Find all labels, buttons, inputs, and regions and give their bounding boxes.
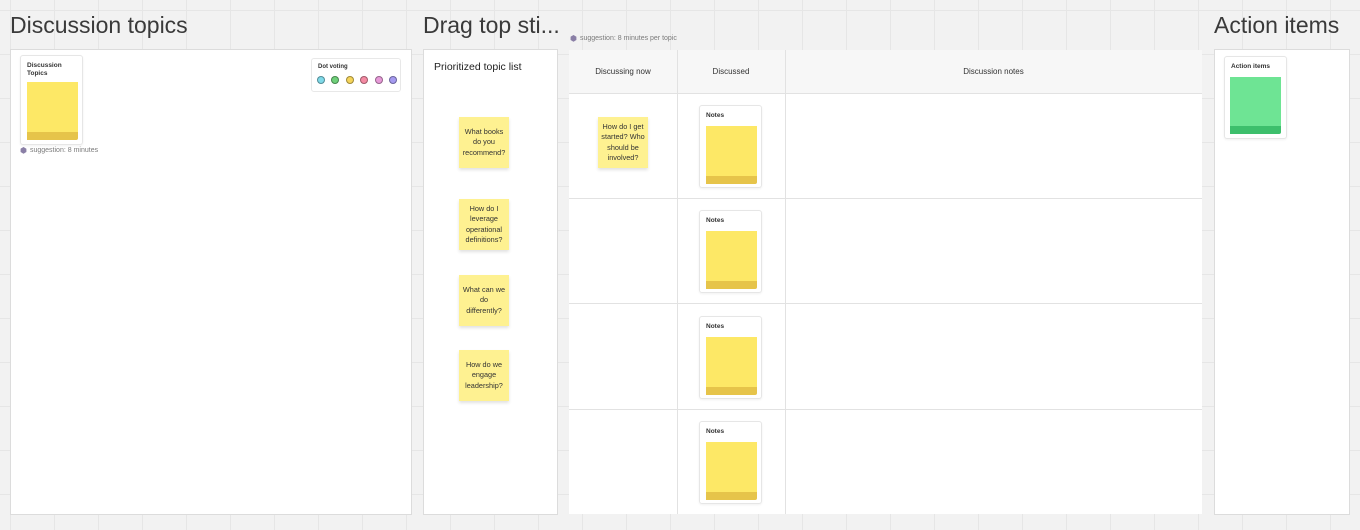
table-hint: ⬢ suggestion: 8 minutes per topic: [570, 34, 677, 43]
frame-title-actions: Action items: [1214, 12, 1340, 38]
notes-card[interactable]: Notes: [699, 421, 762, 504]
vote-dot-purple[interactable]: [389, 76, 397, 84]
row-divider: [569, 303, 1202, 304]
stop-icon: ⬢: [570, 34, 577, 43]
notes-sticky-note[interactable]: [706, 126, 757, 184]
topic-sticky[interactable]: How do we engage leadership?: [459, 350, 509, 401]
discussion-topics-card[interactable]: Discussion Topics: [20, 55, 83, 145]
notes-card[interactable]: Notes: [699, 210, 762, 293]
notes-sticky-note[interactable]: [706, 337, 757, 395]
topic-sticky[interactable]: How do I leverage operational definition…: [459, 199, 509, 250]
vote-dot-yellow[interactable]: [346, 76, 354, 84]
table-header: Discussing now Discussed Discussion note…: [569, 50, 1202, 94]
action-sticky-note[interactable]: [1230, 77, 1281, 134]
discussion-card-title: Discussion Topics: [27, 62, 62, 78]
notes-card-title: Notes: [706, 428, 725, 435]
discussion-sticky-note[interactable]: [27, 82, 78, 140]
row-divider: [569, 198, 1202, 199]
vote-dot-magenta[interactable]: [375, 76, 383, 84]
column-header-discussing-now: Discussing now: [595, 67, 651, 76]
row-divider: [569, 409, 1202, 410]
notes-card-title: Notes: [706, 217, 725, 224]
vote-dot-pink[interactable]: [360, 76, 368, 84]
table-hint-text: suggestion: 8 minutes per topic: [579, 35, 677, 42]
action-items-card-title: Action items: [1231, 63, 1271, 70]
discussion-hint-text: suggestion: 8 minutes: [29, 147, 99, 154]
vote-dot-cyan[interactable]: [317, 76, 325, 84]
column-divider: [677, 50, 678, 514]
notes-sticky-note[interactable]: [706, 231, 757, 289]
topic-sticky[interactable]: What books do you recommend?: [459, 117, 509, 168]
notes-card[interactable]: Notes: [699, 316, 762, 399]
topic-sticky[interactable]: What can we do differently?: [459, 275, 509, 326]
discussion-hint: ⬢ suggestion: 8 minutes: [20, 146, 98, 155]
discussion-card-title-line2: Topics: [27, 70, 48, 77]
notes-card-title: Notes: [706, 323, 725, 330]
notes-card-title: Notes: [706, 112, 725, 119]
frame-title-drag: Drag top sti...: [423, 12, 560, 38]
vote-dot-green[interactable]: [331, 76, 339, 84]
discussion-table[interactable]: Discussing now Discussed Discussion note…: [569, 50, 1202, 514]
stop-icon: ⬢: [20, 146, 27, 155]
notes-card[interactable]: Notes: [699, 105, 762, 188]
notes-sticky-note[interactable]: [706, 442, 757, 500]
action-items-card[interactable]: Action items: [1224, 56, 1287, 139]
prioritized-title: Prioritized topic list: [434, 61, 522, 73]
frame-title-discussion: Discussion topics: [10, 12, 188, 38]
column-header-discussed: Discussed: [712, 67, 750, 76]
dot-voting-card[interactable]: Dot voting: [311, 58, 401, 92]
discussion-card-title-line1: Discussion: [27, 62, 62, 69]
column-divider: [785, 50, 786, 514]
column-header-discussion-notes: Discussion notes: [963, 67, 1024, 76]
dot-voting-title: Dot voting: [318, 64, 348, 70]
current-topic-sticky[interactable]: How do I get started? Who should be invo…: [598, 117, 648, 168]
